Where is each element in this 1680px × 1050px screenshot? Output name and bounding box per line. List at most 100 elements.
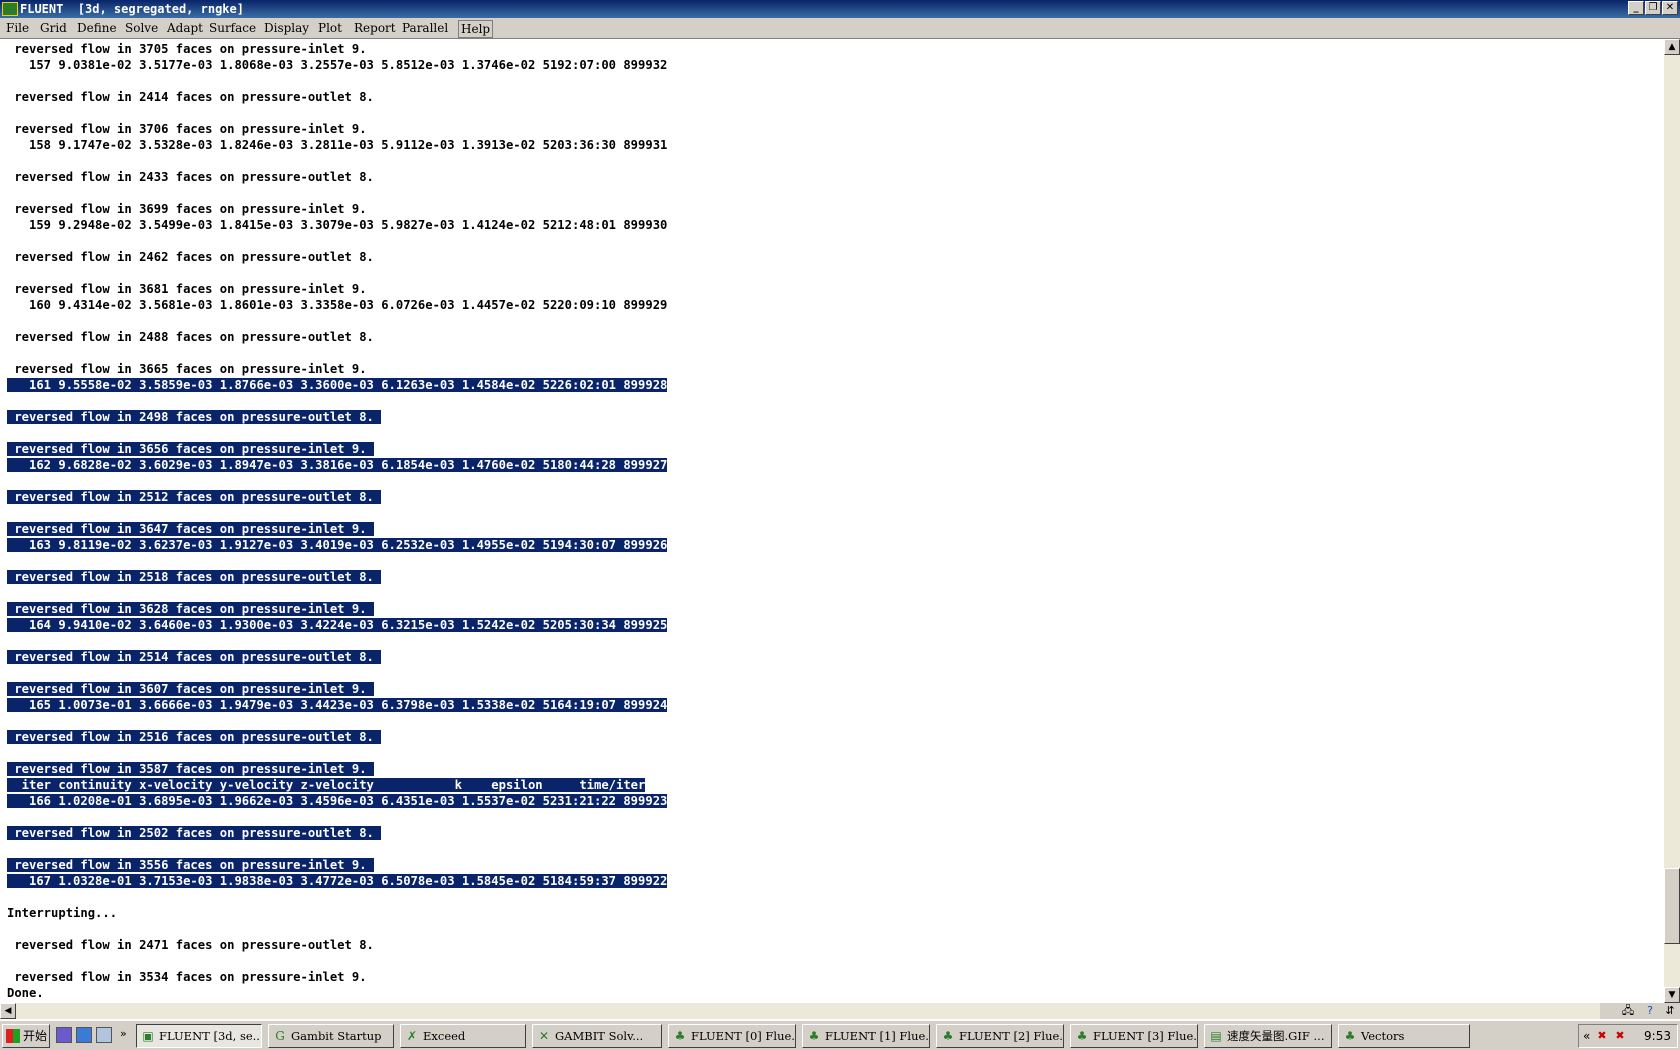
console-line: reversed flow in 2502 faces on pressure-… <box>7 825 667 841</box>
console-text[interactable]: reversed flow in 3705 faces on pressure-… <box>7 41 668 1001</box>
volume-muted-icon[interactable]: ✖ <box>1613 1029 1627 1043</box>
selected-text: 163 9.8119e-02 3.6237e-03 1.9127e-03 3.4… <box>7 538 668 552</box>
console-line: reversed flow in 3587 faces on pressure-… <box>7 761 667 777</box>
network-icon[interactable]: 🖧 <box>1620 1004 1636 1018</box>
menu-help[interactable]: Help <box>458 20 494 38</box>
console-line: 165 1.0073e-01 3.6666e-03 1.9479e-03 3.4… <box>7 697 668 713</box>
selected-text: reversed flow in 3556 faces on pressure-… <box>7 858 374 872</box>
taskbar-button[interactable]: ▣ FLUENT [3d, se... <box>136 1024 262 1048</box>
taskbar-button[interactable]: ♣ FLUENT [2] Flue... <box>936 1024 1064 1048</box>
tray-expand-icon[interactable]: « <box>1583 1025 1590 1047</box>
selected-text: 161 9.5558e-02 3.5859e-03 1.8766e-03 3.3… <box>7 378 668 392</box>
console-line: reversed flow in 2498 faces on pressure-… <box>7 409 667 425</box>
console-line: reversed flow in 2433 faces on pressure-… <box>7 169 667 185</box>
console-line: reversed flow in 2518 faces on pressure-… <box>7 569 667 585</box>
console-line: Done. <box>7 985 667 1001</box>
fluent-node-icon: ♣ <box>1076 1029 1088 1043</box>
scroll-down-button[interactable]: ▼ <box>1664 987 1680 1003</box>
console-line: reversed flow in 3705 faces on pressure-… <box>7 41 667 57</box>
console-line: reversed flow in 2462 faces on pressure-… <box>7 249 667 265</box>
menu-define[interactable]: Define <box>75 20 119 36</box>
taskbar-button[interactable]: ♣ FLUENT [1] Flue... <box>802 1024 930 1048</box>
menu-bar: File Grid Define Solve Adapt Surface Dis… <box>0 18 1680 39</box>
console-output[interactable]: reversed flow in 3705 faces on pressure-… <box>0 39 1664 1003</box>
system-tray: « ✖ ✖ 9:53 <box>1578 1024 1678 1048</box>
fluent-app-icon <box>2 2 18 16</box>
help-icon[interactable]: ? <box>1642 1004 1658 1018</box>
console-line-text: reversed flow in 3699 faces on pressure-… <box>7 202 367 216</box>
window-title: FLUENT [3d, segregated, rngke] <box>20 2 244 16</box>
menu-parallel[interactable]: Parallel <box>400 20 450 36</box>
console-line: 161 9.5558e-02 3.5859e-03 1.8766e-03 3.3… <box>7 377 668 393</box>
menu-file[interactable]: File <box>4 20 31 36</box>
selected-text: reversed flow in 2514 faces on pressure-… <box>7 650 382 664</box>
taskbar-button[interactable]: ♣ Vectors <box>1338 1024 1470 1048</box>
window-title-bar[interactable]: FLUENT [3d, segregated, rngke] _ ❐ ✕ <box>0 0 1680 18</box>
horizontal-scrollbar[interactable]: ◀ <box>0 1003 1600 1019</box>
taskbar-button[interactable]: ✗ Exceed <box>400 1024 526 1048</box>
scroll-thumb[interactable] <box>1664 868 1680 944</box>
quicklaunch-chevron-icon[interactable]: » <box>120 1027 127 1040</box>
scroll-left-button[interactable]: ◀ <box>0 1003 16 1019</box>
console-line-text: reversed flow in 2471 faces on pressure-… <box>7 938 374 952</box>
menu-display[interactable]: Display <box>262 20 311 36</box>
quicklaunch-folder-icon[interactable] <box>96 1027 112 1043</box>
image-viewer-icon: ▤ <box>1210 1029 1222 1043</box>
menu-grid[interactable]: Grid <box>38 20 69 36</box>
taskbar-button[interactable]: ♣ FLUENT [0] Flue... <box>668 1024 796 1048</box>
selected-text: 164 9.9410e-02 3.6460e-03 1.9300e-03 3.4… <box>7 618 668 632</box>
selected-text: iter continuity x-velocity y-velocity z-… <box>7 778 646 792</box>
taskbar-button[interactable]: ▤ 速度矢量图.GIF ... <box>1204 1024 1332 1048</box>
tray-tools: 🖧 ? ⇵ <box>1600 1003 1680 1019</box>
console-line-text: reversed flow in 3665 faces on pressure-… <box>7 362 367 376</box>
start-label: 开始 <box>23 1029 48 1043</box>
console-line: reversed flow in 2414 faces on pressure-… <box>7 89 667 105</box>
console-line-text: 160 9.4314e-02 3.5681e-03 1.8601e-03 3.3… <box>7 298 668 312</box>
fluent-node-icon: ♣ <box>942 1029 954 1043</box>
console-line: 162 9.6828e-02 3.6029e-03 1.8947e-03 3.3… <box>7 457 668 473</box>
selected-text: reversed flow in 2516 faces on pressure-… <box>7 730 382 744</box>
gambit-solver-icon: ✕ <box>538 1029 550 1043</box>
start-button[interactable]: 开始 <box>2 1024 50 1048</box>
menu-adapt[interactable]: Adapt <box>165 20 205 36</box>
console-line: iter continuity x-velocity y-velocity z-… <box>7 777 667 793</box>
selected-text: 167 1.0328e-01 3.7153e-03 1.9838e-03 3.4… <box>7 874 668 888</box>
taskbar-button[interactable]: ✕ GAMBIT Solv... <box>532 1024 662 1048</box>
selected-text: reversed flow in 3587 faces on pressure-… <box>7 762 374 776</box>
taskbar-button-label: Gambit Startup <box>291 1029 382 1043</box>
scroll-split-icon[interactable]: ⇵ <box>1662 1004 1678 1018</box>
console-line-text: reversed flow in 3705 faces on pressure-… <box>7 42 367 56</box>
console-line: 158 9.1747e-02 3.5328e-03 1.8246e-03 3.2… <box>7 137 667 153</box>
taskbar-button[interactable]: ♣ FLUENT [3] Flue... <box>1070 1024 1198 1048</box>
vectors-icon: ♣ <box>1344 1029 1356 1043</box>
menu-report[interactable]: Report <box>352 20 398 36</box>
menu-solve[interactable]: Solve <box>123 20 160 36</box>
network-status-icon[interactable]: ✖ <box>1595 1029 1609 1043</box>
close-button[interactable]: ✕ <box>1662 1 1678 15</box>
console-line-text: 159 9.2948e-02 3.5499e-03 1.8415e-03 3.3… <box>7 218 668 232</box>
restore-button[interactable]: ❐ <box>1645 1 1661 15</box>
console-line: Interrupting... <box>7 905 667 921</box>
quicklaunch-desktop-icon[interactable] <box>56 1027 72 1043</box>
minimize-button[interactable]: _ <box>1628 1 1644 15</box>
menu-plot[interactable]: Plot <box>316 20 344 36</box>
console-line-text: 157 9.0381e-02 3.5177e-03 1.8068e-03 3.2… <box>7 58 668 72</box>
console-line-text: reversed flow in 2462 faces on pressure-… <box>7 250 374 264</box>
taskbar-button[interactable]: G Gambit Startup <box>268 1024 394 1048</box>
scroll-up-button[interactable]: ▲ <box>1664 39 1680 55</box>
menu-surface[interactable]: Surface <box>207 20 258 36</box>
vertical-scrollbar[interactable]: ▲ ▼ <box>1664 39 1680 1003</box>
windows-flag-icon <box>6 1029 20 1043</box>
quicklaunch-ie-icon[interactable] <box>76 1027 92 1043</box>
